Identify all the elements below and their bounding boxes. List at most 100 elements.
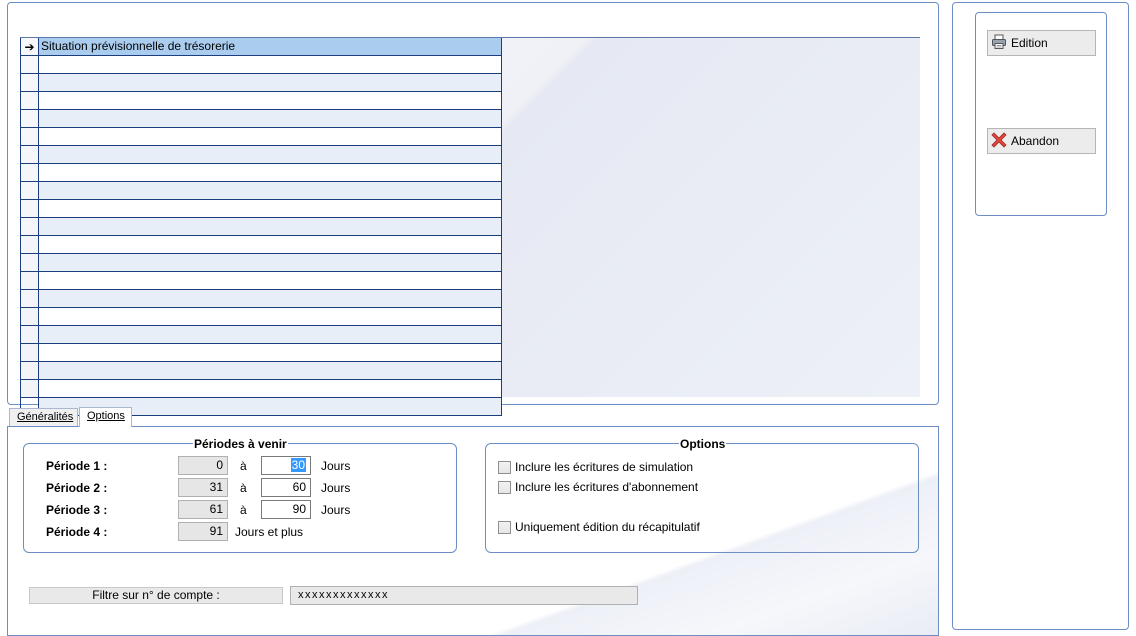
row-indicator-cell: [21, 200, 39, 217]
table-row[interactable]: [21, 182, 501, 200]
period-1-connector: à: [240, 459, 247, 473]
report-name-cell[interactable]: [39, 110, 501, 127]
row-indicator-cell: [21, 110, 39, 127]
report-name-cell[interactable]: Situation prévisionnelle de trésorerie: [39, 38, 501, 55]
report-name-cell[interactable]: [39, 326, 501, 343]
row-indicator-cell: [21, 290, 39, 307]
period-2-connector: à: [240, 481, 247, 495]
period-3-label: Période 3 :: [46, 503, 108, 517]
row-indicator-cell: [21, 254, 39, 271]
abandon-button-label: Abandon: [1011, 134, 1060, 148]
period-3-from-field: 61: [178, 500, 228, 519]
row-indicator-cell: [21, 128, 39, 145]
account-filter-input[interactable]: xxxxxxxxxxxxx: [290, 586, 638, 605]
row-indicator-cell: [21, 236, 39, 253]
include-subscription-checkbox[interactable]: [498, 480, 511, 494]
summary-only-label: Uniquement édition du récapitulatif: [515, 520, 700, 534]
table-row[interactable]: [21, 272, 501, 290]
row-indicator-cell: [21, 344, 39, 361]
period-2-unit: Jours: [321, 481, 351, 495]
period-1-unit: Jours: [321, 459, 351, 473]
report-name-cell[interactable]: [39, 128, 501, 145]
report-name-cell[interactable]: [39, 362, 501, 379]
table-row[interactable]: [21, 56, 501, 74]
report-name-cell[interactable]: [39, 74, 501, 91]
include-simulation-option[interactable]: Inclure les écritures de simulation: [498, 460, 693, 474]
tab-options-label: Options: [87, 410, 125, 422]
edition-button-label: Edition: [1011, 36, 1048, 50]
period-4-unit: Jours et plus: [235, 525, 304, 539]
report-name-cell[interactable]: [39, 272, 501, 289]
summary-only-checkbox[interactable]: [498, 520, 511, 534]
printer-icon: [991, 34, 1007, 53]
report-name-cell[interactable]: [39, 254, 501, 271]
table-row[interactable]: [21, 236, 501, 254]
row-indicator-arrow-icon: ➔: [21, 38, 39, 55]
period-1-from-field: 0: [178, 456, 228, 475]
tab-generalites[interactable]: Généralités: [9, 408, 78, 427]
row-indicator-cell: [21, 92, 39, 109]
table-row[interactable]: [21, 74, 501, 92]
period-1-to-value: 30: [290, 458, 306, 472]
table-row[interactable]: [21, 362, 501, 380]
row-indicator-cell: [21, 146, 39, 163]
period-3-unit: Jours: [321, 503, 351, 517]
report-name-cell[interactable]: [39, 164, 501, 181]
report-name-cell[interactable]: [39, 344, 501, 361]
row-indicator-cell: [21, 164, 39, 181]
table-row[interactable]: [21, 308, 501, 326]
row-indicator-cell: [21, 182, 39, 199]
report-name-cell[interactable]: [39, 236, 501, 253]
period-1-label: Période 1 :: [46, 459, 108, 473]
row-indicator-cell: [21, 308, 39, 325]
row-indicator-cell: [21, 56, 39, 73]
period-1-to-field[interactable]: 30: [261, 456, 311, 475]
options-group-title: Options: [679, 437, 727, 451]
period-4-from-field: 91: [178, 522, 228, 541]
table-row[interactable]: [21, 92, 501, 110]
report-name-cell[interactable]: [39, 218, 501, 235]
table-row[interactable]: [21, 128, 501, 146]
close-icon: [991, 131, 1007, 151]
period-2-from-field: 31: [178, 478, 228, 497]
include-subscription-label: Inclure les écritures d'abonnement: [515, 480, 699, 494]
table-row[interactable]: [21, 146, 501, 164]
period-3-connector: à: [240, 503, 247, 517]
table-row[interactable]: [21, 380, 501, 398]
abandon-button[interactable]: Abandon: [987, 128, 1096, 154]
period-2-to-field[interactable]: 60: [261, 478, 311, 497]
row-indicator-cell: [21, 74, 39, 91]
report-name-cell[interactable]: [39, 182, 501, 199]
report-name-cell[interactable]: [39, 200, 501, 217]
period-2-label: Période 2 :: [46, 481, 108, 495]
table-row[interactable]: [21, 218, 501, 236]
table-row[interactable]: [21, 344, 501, 362]
row-indicator-cell: [21, 380, 39, 397]
report-name-cell[interactable]: [39, 146, 501, 163]
row-indicator-cell: [21, 272, 39, 289]
edition-button[interactable]: Edition: [987, 30, 1096, 56]
summary-only-option[interactable]: Uniquement édition du récapitulatif: [498, 520, 700, 534]
table-row[interactable]: [21, 290, 501, 308]
table-row[interactable]: [21, 326, 501, 344]
report-name-cell[interactable]: [39, 92, 501, 109]
row-indicator-cell: [21, 362, 39, 379]
report-name-cell[interactable]: [39, 308, 501, 325]
include-subscription-option[interactable]: Inclure les écritures d'abonnement: [498, 480, 698, 494]
table-row-selected[interactable]: ➔ Situation prévisionnelle de trésorerie: [21, 38, 501, 56]
report-name-cell[interactable]: [39, 290, 501, 307]
table-row[interactable]: [21, 200, 501, 218]
report-name-cell[interactable]: [39, 380, 501, 397]
report-grid[interactable]: ➔ Situation prévisionnelle de trésorerie: [20, 38, 502, 416]
include-simulation-label: Inclure les écritures de simulation: [515, 460, 694, 474]
row-indicator-cell: [21, 218, 39, 235]
report-name-cell[interactable]: [39, 56, 501, 73]
include-simulation-checkbox[interactable]: [498, 460, 511, 474]
period-3-to-field[interactable]: 90: [261, 500, 311, 519]
periods-group-title: Périodes à venir: [193, 437, 288, 451]
table-row[interactable]: [21, 254, 501, 272]
table-row[interactable]: [21, 164, 501, 182]
tab-options[interactable]: Options: [79, 407, 132, 427]
table-row[interactable]: [21, 110, 501, 128]
tab-generalites-label: Généralités: [17, 411, 74, 423]
